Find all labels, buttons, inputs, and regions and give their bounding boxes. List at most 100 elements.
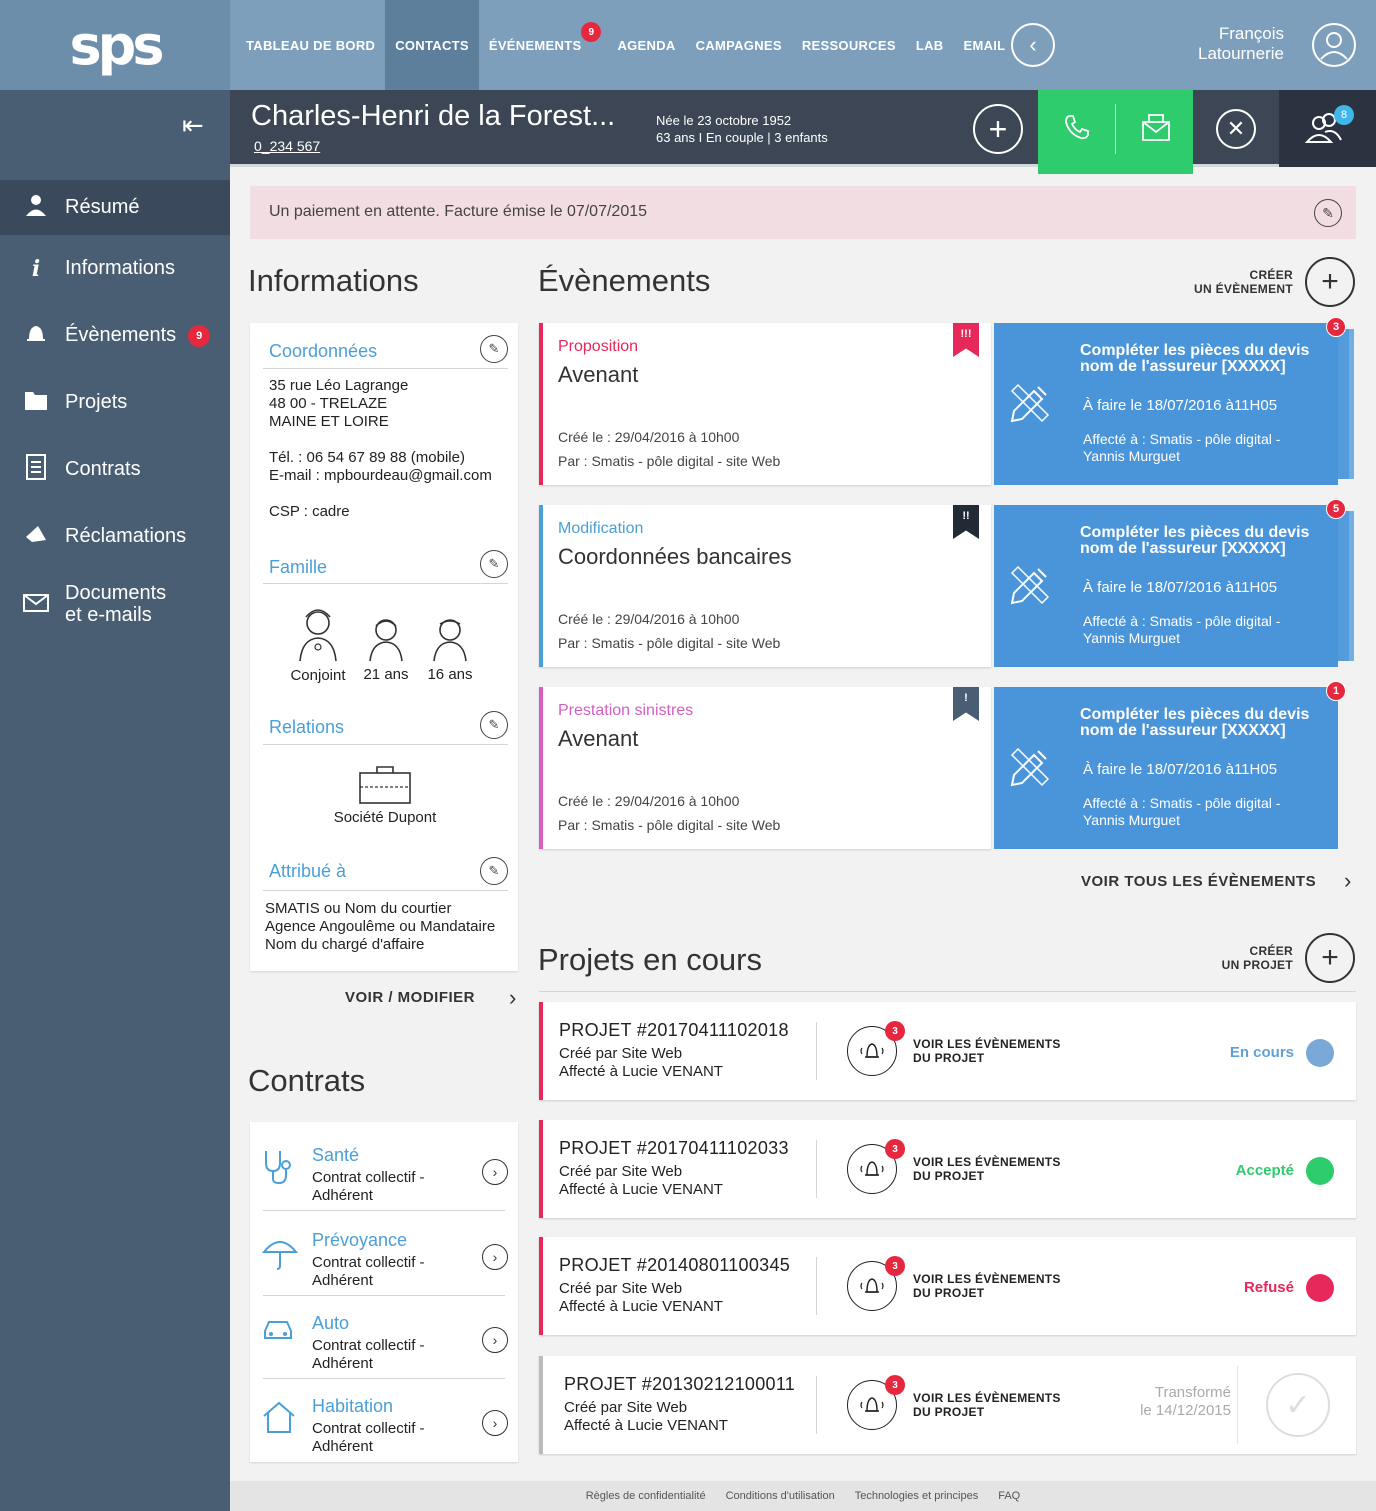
edit-attribue-pencil-icon[interactable]: ✎ [480,857,508,885]
contact-details: Tél. : 06 54 67 89 88 (mobile) E-mail : … [269,449,492,484]
event-card[interactable]: Prestation sinistres Avenant Créé le : 29/… [539,687,991,849]
task-title: Compléter les pièces du devis nom de l'as… [1080,524,1310,557]
chevron-right-icon[interactable]: › [509,985,516,1011]
project-card[interactable]: PROJET #20170411102018 Créé par Site Web A… [539,1002,1356,1100]
nav-evenements-badge: 9 [581,22,602,42]
sidebar-item-reclamations[interactable]: Réclamations [0,503,230,570]
contract-prevoyance[interactable]: Prévoyance Contrat collectif - Adhérent › [250,1212,518,1296]
voir-evenements-projet-link[interactable]: VOIR LES ÉVÈNEMENTS DU PROJET [913,1155,1061,1183]
payment-alert: Un paiement en attente. Facture émise le… [250,186,1356,239]
chevron-right-icon[interactable]: › [482,1410,508,1436]
alert-text: Un paiement en attente. Facture émise le… [269,203,648,220]
relation-company[interactable]: Société Dupont [320,765,450,826]
nav-email[interactable]: EMAIL [953,0,1015,90]
priority-flag-icon: !! [953,505,979,539]
logo-zone[interactable]: sps [0,0,230,90]
phone-icon[interactable] [1062,112,1092,149]
edit-coordonnees-pencil-icon[interactable]: ✎ [480,335,508,363]
project-status: Accepté [1235,1162,1294,1179]
nav-campagnes[interactable]: CAMPAGNES [686,0,792,90]
edit-relations-pencil-icon[interactable]: ✎ [480,711,508,739]
create-event-plus-icon[interactable]: + [1305,257,1355,307]
sidebar-item-documents[interactable]: Documents et e-mails [0,570,230,637]
contact-id[interactable]: 0_234 567 [254,138,320,154]
sidebar-item-resume[interactable]: Résumé [0,180,230,235]
sidebar-list: Résumé i Informations Évènements 9 Proje… [0,180,230,637]
contract-sante[interactable]: Santé Contrat collectif - Adhérent › [250,1127,518,1211]
event-card[interactable]: Proposition Avenant Créé le : 29/04/2016 à… [539,323,991,485]
contrats-title: Contrats [248,1063,366,1098]
voir-modifier-link[interactable]: VOIR / MODIFIER [345,989,475,1006]
project-card[interactable]: PROJET #20140801100345 Créé par Site Web A… [539,1237,1356,1335]
nav-contacts[interactable]: CONTACTS [385,0,479,90]
pencil-ruler-icon [1008,745,1052,799]
task-card[interactable]: Compléter les pièces du devis nom de l'as… [994,499,1346,667]
voir-evenements-projet-link[interactable]: VOIR LES ÉVÈNEMENTS DU PROJET [913,1272,1061,1300]
create-project-plus-icon[interactable]: + [1305,933,1355,983]
user-avatar-icon[interactable] [1312,23,1356,67]
voir-evenements-projet-link[interactable]: VOIR LES ÉVÈNEMENTS DU PROJET [913,1037,1061,1065]
voir-evenements-projet-link[interactable]: VOIR LES ÉVÈNEMENTS DU PROJET [913,1391,1061,1419]
nav-agenda[interactable]: AGENDA [607,0,685,90]
family-member-child-2[interactable]: 16 ans [422,616,478,683]
nav-lab[interactable]: LAB [906,0,954,90]
main-nav: TABLEAU DE BORD CONTACTS ÉVÉNEMENTS 9 AGE… [230,0,1015,90]
car-icon [262,1317,294,1351]
chevron-right-icon[interactable]: › [1344,868,1351,894]
task-count-badge: 5 [1326,499,1346,519]
nav-ressources[interactable]: RESSOURCES [792,0,906,90]
pencil-icon[interactable]: ✎ [1314,199,1342,227]
task-card[interactable]: Compléter les pièces du devis nom de l'as… [994,681,1346,849]
chevron-right-icon[interactable]: › [482,1327,508,1353]
project-card[interactable]: PROJET #20130212100011 Créé par Site Web A… [539,1356,1356,1454]
close-icon[interactable]: ✕ [1216,109,1256,149]
sidebar-item-projets[interactable]: Projets [0,369,230,436]
project-card[interactable]: PROJET #20170411102033 Créé par Site Web A… [539,1120,1356,1218]
chevron-right-icon[interactable]: › [482,1159,508,1185]
contacts-group-button[interactable]: 8 [1279,90,1376,167]
footer-link-conditions[interactable]: Conditions d'utilisation [726,1490,835,1502]
voir-tous-evenements-link[interactable]: VOIR TOUS LES ÉVÈNEMENTS [1081,873,1316,890]
create-event-label[interactable]: CRÉER UN ÉVÈNEMENT [1180,268,1293,296]
informations-card: Coordonnées ✎ 35 rue Léo Lagrange 48 00 … [250,323,518,971]
project-color-bar [539,1356,543,1454]
attribue-title: Attribué à [269,861,347,881]
collapse-sidebar-icon[interactable]: ⇤ [182,110,204,141]
event-name: Avenant [558,362,639,387]
csp: CSP : cadre [269,503,350,520]
boy-icon [369,619,403,662]
footer-link-confidentialite[interactable]: Règles de confidentialité [586,1490,706,1502]
footer-link-technologies[interactable]: Technologies et principes [855,1490,979,1502]
nav-evenements[interactable]: ÉVÉNEMENTS 9 [479,0,608,90]
task-due-date: À faire le 18/07/2016 à11H05 [1083,397,1278,414]
project-color-bar [539,1002,543,1100]
user-name[interactable]: François Latournerie [1198,24,1284,64]
contract-habitation[interactable]: Habitation Contrat collectif - Adhérent › [250,1378,518,1462]
nav-tableau-de-bord[interactable]: TABLEAU DE BORD [230,0,385,90]
add-icon[interactable]: + [973,104,1023,154]
contract-auto[interactable]: Auto Contrat collectif - Adhérent › [250,1295,518,1379]
project-info: Créé par Site Web Affecté à Lucie VENANT [564,1399,728,1434]
create-project-label[interactable]: CRÉER UN PROJET [1180,944,1293,972]
sidebar-item-evenements[interactable]: Évènements 9 [0,302,230,369]
edit-famille-pencil-icon[interactable]: ✎ [480,550,508,578]
task-card[interactable]: Compléter les pièces du devis nom de l'as… [994,317,1346,485]
sidebar-item-informations[interactable]: i Informations [0,235,230,302]
contact-name: Charles-Henri de la Forest... [251,100,616,132]
bell-icon [22,322,50,350]
event-color-bar [539,505,543,667]
event-card[interactable]: Modification Coordonnées bancaires Créé le… [539,505,991,667]
chevron-right-icon[interactable]: › [482,1244,508,1270]
project-color-bar [539,1120,543,1218]
family-member-child-1[interactable]: 21 ans [358,616,414,683]
chevron-left-icon[interactable]: ‹ [1011,23,1055,67]
mail-send-icon[interactable] [1140,112,1172,149]
family-member-conjoint[interactable]: Conjoint [290,603,346,684]
sidebar-item-contrats[interactable]: Contrats [0,436,230,503]
footer-link-faq[interactable]: FAQ [998,1490,1020,1502]
project-events-badge: 3 [885,1021,905,1041]
contact-header: Charles-Henri de la Forest... 0_234 567 … [230,90,1376,174]
woman-icon [299,609,337,662]
footer: Règles de confidentialité Conditions d'u… [230,1481,1376,1511]
task-title: Compléter les pièces du devis nom de l'as… [1080,706,1310,739]
